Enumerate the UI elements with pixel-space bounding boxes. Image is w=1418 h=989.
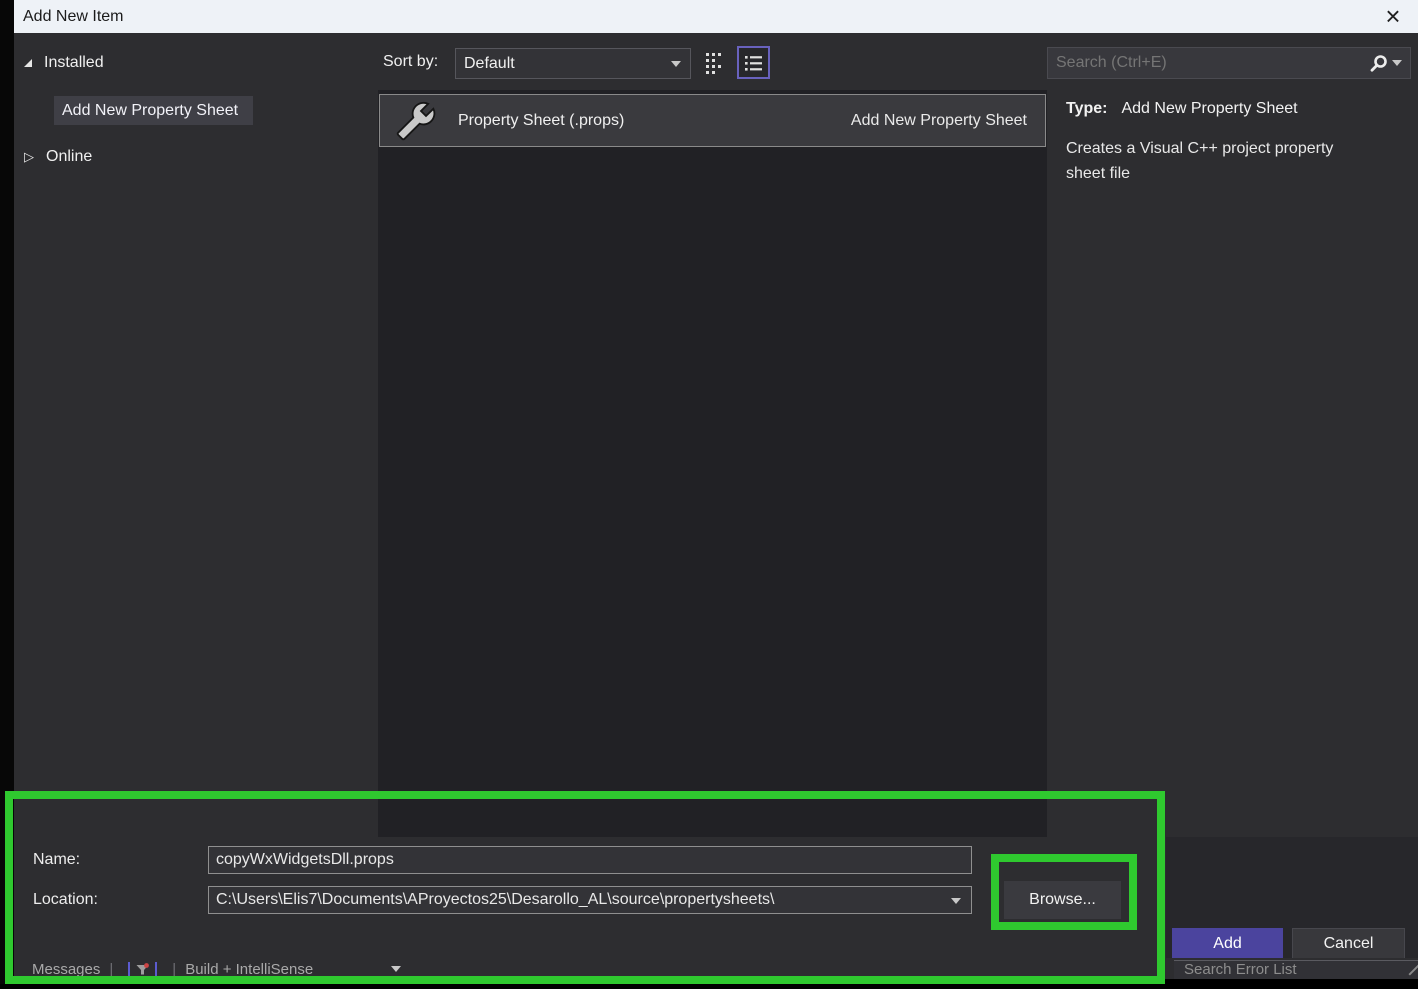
template-item-property-sheet[interactable]: Property Sheet (.props) Add New Property… — [379, 94, 1046, 147]
name-input[interactable] — [208, 846, 972, 874]
location-combobox[interactable]: C:\Users\Elis7\Documents\AProyectos25\De… — [208, 886, 972, 914]
list-view-icon — [744, 55, 762, 71]
type-label: Type: — [1066, 100, 1108, 117]
dialog-titlebar: Add New Item × — [14, 0, 1418, 33]
search-input[interactable] — [1048, 54, 1369, 72]
error-list-search-box[interactable]: Search Error List — [1174, 960, 1418, 981]
sort-by-dropdown[interactable]: Default — [455, 48, 691, 79]
messages-toggle[interactable]: Messages — [32, 961, 100, 978]
sidebar-item-label: Installed — [44, 54, 104, 71]
add-button-label: Add — [1213, 934, 1242, 952]
wrench-icon — [396, 101, 436, 140]
location-value: C:\Users\Elis7\Documents\AProyectos25\De… — [216, 891, 775, 908]
chevron-down-icon[interactable] — [391, 966, 402, 972]
sidebar-selected-label: Add New Property Sheet — [62, 101, 239, 119]
name-label: Name: — [33, 851, 81, 868]
sidebar-item-online[interactable]: ▷ Online — [24, 148, 92, 166]
collapsed-triangle-icon: ▷ — [24, 149, 34, 165]
error-filter-dropdown[interactable]: Build + IntelliSense — [185, 961, 313, 978]
template-search-box — [1047, 47, 1411, 79]
type-value: Add New Property Sheet — [1121, 100, 1298, 117]
sidebar-item-label: Online — [46, 148, 93, 165]
dialog-title: Add New Item — [23, 7, 124, 25]
filter-toggle-button[interactable] — [128, 961, 158, 977]
sidebar-item-installed[interactable]: Installed — [24, 54, 104, 72]
screen-bottom-edge — [0, 984, 1166, 989]
cancel-button[interactable]: Cancel — [1292, 928, 1405, 959]
add-button[interactable]: Add — [1172, 928, 1283, 959]
template-description: Creates a Visual C++ project property sh… — [1066, 140, 1334, 182]
sidebar-item-add-new-property-sheet[interactable]: Add New Property Sheet — [54, 96, 253, 125]
search-options-chevron-icon[interactable] — [1392, 60, 1402, 66]
small-icons-view-button[interactable] — [700, 49, 730, 77]
template-name: Property Sheet (.props) — [458, 111, 625, 129]
sort-by-value: Default — [464, 54, 515, 72]
grid-view-icon — [706, 53, 721, 74]
add-new-item-dialog: Add New Item × Installed Add New Propert… — [0, 0, 1418, 989]
template-list-panel: Property Sheet (.props) Add New Property… — [378, 90, 1047, 837]
browse-button[interactable]: Browse... — [1004, 881, 1121, 919]
toggle-highlight-bar — [155, 961, 158, 977]
close-icon[interactable]: × — [1378, 0, 1408, 33]
chevron-down-icon — [671, 61, 681, 67]
filter-funnel-icon — [136, 962, 150, 974]
chevron-down-icon[interactable] — [951, 898, 961, 904]
toggle-highlight-bar — [128, 961, 131, 977]
screen-bottom-right-edge — [1160, 979, 1418, 989]
browse-button-label: Browse... — [1029, 891, 1096, 908]
toolbar-separator: | — [109, 960, 114, 978]
template-tag: Add New Property Sheet — [850, 111, 1027, 129]
toolbar-separator: | — [172, 960, 177, 978]
location-label: Location: — [33, 891, 98, 908]
list-view-button[interactable] — [737, 46, 770, 79]
template-type-row: Type: Add New Property Sheet — [1066, 100, 1298, 118]
cancel-button-label: Cancel — [1323, 934, 1374, 952]
expanded-triangle-icon — [24, 59, 32, 67]
search-icon[interactable] — [1369, 54, 1388, 73]
sort-by-label: Sort by: — [383, 53, 439, 70]
screen-left-edge — [0, 0, 14, 989]
